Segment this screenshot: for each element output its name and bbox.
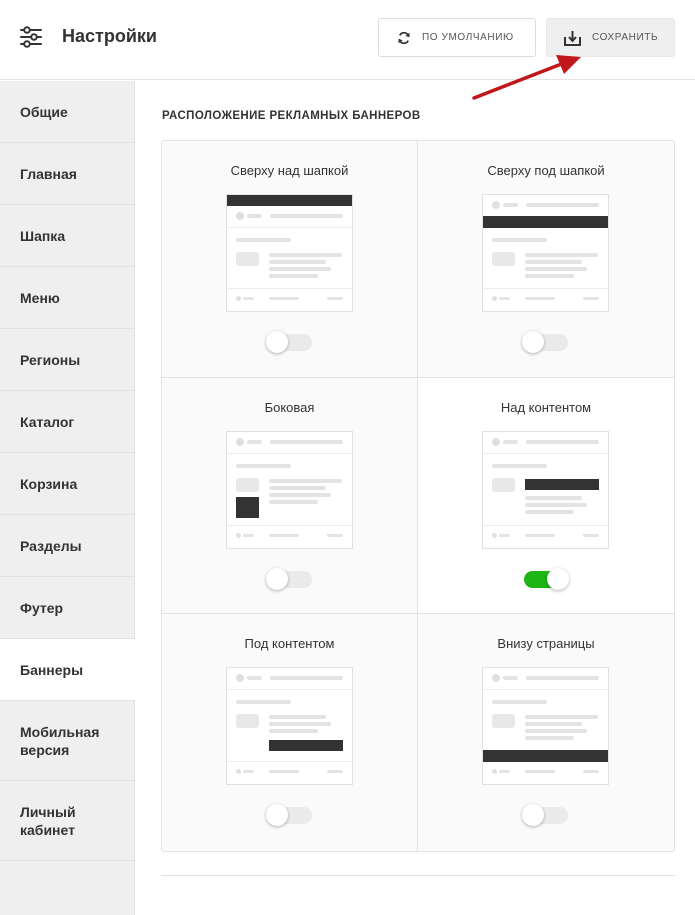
toggle-knob — [266, 568, 288, 590]
sidebar-item-general[interactable]: Общие — [0, 81, 134, 143]
sidebar-item-banners[interactable]: Баннеры — [0, 639, 135, 701]
section-title-text: Расположение рекламных баннеров — [162, 110, 421, 122]
sidebar-item-label: Главная — [20, 165, 77, 182]
option-above-content[interactable]: Над контентом — [418, 378, 674, 614]
layout-preview-page-bottom — [482, 667, 609, 785]
sidebar-item-label: Шапка — [20, 227, 66, 244]
sidebar-item-label: Личный кабинет — [20, 803, 76, 838]
sidebar-item-sections[interactable]: Разделы — [0, 515, 134, 577]
sidebar-item-label: Регионы — [20, 351, 81, 368]
option-below-content[interactable]: Под контентом — [162, 614, 418, 851]
download-save-icon — [564, 30, 581, 46]
option-page-bottom[interactable]: Внизу страницы — [418, 614, 674, 851]
section-title: Расположение рекламных баннеров — [162, 110, 421, 122]
sidebar-item-label: Корзина — [20, 475, 78, 492]
sidebar-item-label: Баннеры — [20, 661, 84, 678]
toggle-knob — [522, 331, 544, 353]
sidebar-item-regions[interactable]: Регионы — [0, 329, 134, 391]
option-label: Сверху над шапкой — [230, 163, 349, 178]
layout-preview-above-content — [482, 431, 609, 549]
toggle-switch[interactable] — [266, 568, 312, 590]
sidebar-item-label: Разделы — [20, 537, 82, 554]
red-arrow-annotation — [472, 55, 581, 100]
sidebar-item-label: Общие — [20, 103, 68, 120]
sidebar-item-label: Каталог — [20, 413, 75, 430]
sidebar-item-label: Футер — [20, 599, 64, 616]
divider — [161, 875, 675, 876]
sidebar-item-account[interactable]: Личный кабинет — [0, 781, 134, 861]
save-label: Сохранить — [592, 32, 659, 43]
option-side[interactable]: Боковая — [162, 378, 418, 614]
sidebar-item-cart[interactable]: Корзина — [0, 453, 134, 515]
option-top-below-header[interactable]: Сверху под шапкой — [418, 141, 674, 378]
option-top-above-header[interactable]: Сверху над шапкой — [162, 141, 418, 378]
option-label: Над контентом — [500, 400, 592, 415]
option-label: Внизу страницы — [497, 636, 595, 651]
sidebar-item-footer[interactable]: Футер — [0, 577, 134, 639]
sidebar-item-home[interactable]: Главная — [0, 143, 134, 205]
option-label: Боковая — [264, 400, 315, 415]
header: Настройки По умолчанию Сохранить — [0, 0, 695, 80]
option-label: Сверху под шапкой — [487, 163, 605, 178]
toggle-knob — [522, 804, 544, 826]
toggle-switch[interactable] — [522, 804, 568, 826]
settings-sliders-icon[interactable] — [19, 25, 43, 49]
layout-preview-side — [226, 431, 353, 549]
refresh-icon — [398, 31, 410, 44]
toggle-switch[interactable] — [522, 331, 568, 353]
toggle-switch[interactable] — [524, 568, 569, 590]
sidebar-item-mobile[interactable]: Мобильная версия — [0, 701, 134, 781]
layout-preview-below-content — [226, 667, 353, 785]
toggle-switch[interactable] — [266, 804, 312, 826]
toggle-knob — [266, 804, 288, 826]
sidebar: Общие Главная Шапка Меню Регионы Каталог… — [0, 81, 135, 915]
reset-default-label: По умолчанию — [422, 32, 514, 43]
banner-position-grid: Сверху над шапкой Сверху под шапкой Боко… — [161, 140, 675, 852]
option-label: Под контентом — [244, 636, 335, 651]
toggle-knob — [547, 568, 569, 590]
toggle-knob — [266, 331, 288, 353]
sidebar-item-label: Меню — [20, 289, 60, 306]
sidebar-item-catalog[interactable]: Каталог — [0, 391, 134, 453]
sidebar-item-label: Мобильная версия — [20, 723, 100, 758]
layout-preview-top-below-header — [482, 194, 609, 312]
sidebar-item-menu[interactable]: Меню — [0, 267, 134, 329]
layout-preview-top-above-header — [226, 194, 353, 312]
toggle-switch[interactable] — [266, 331, 312, 353]
page-title: Настройки — [62, 26, 157, 46]
sidebar-item-header[interactable]: Шапка — [0, 205, 134, 267]
